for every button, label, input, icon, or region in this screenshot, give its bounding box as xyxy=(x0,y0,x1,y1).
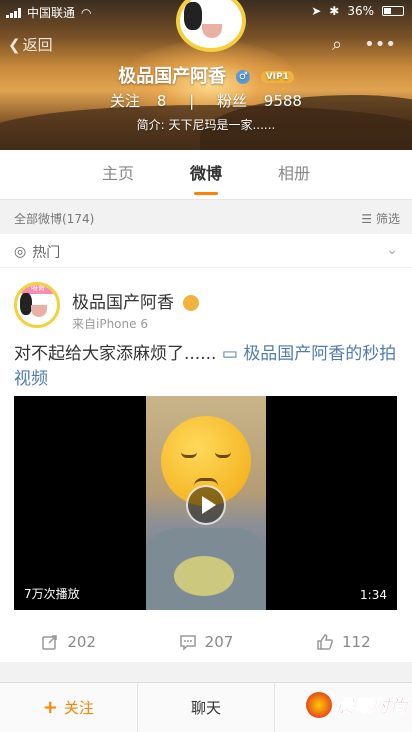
watermark: 晨曦时尚 xyxy=(306,692,408,718)
wifi-icon: ◠ xyxy=(81,5,92,20)
profile-name: 极品国产阿香 xyxy=(118,66,227,87)
post-body: 对不起给大家添麻烦了...... xyxy=(14,344,217,364)
emoji-eye xyxy=(181,452,197,458)
watermark-logo-icon xyxy=(306,692,332,718)
search-icon[interactable]: ⌕ xyxy=(332,34,342,55)
thumbs-up-icon xyxy=(317,634,333,650)
chat-button[interactable]: 聊天 xyxy=(138,683,276,732)
location-icon: ➤ xyxy=(311,4,322,18)
hot-label: 热门 xyxy=(32,245,61,261)
profile-stats: 关注 8 | 粉丝 9588 xyxy=(0,90,412,111)
avatar-eye-patch xyxy=(20,293,32,315)
comment-icon xyxy=(179,635,196,651)
plus-icon: + xyxy=(42,697,58,718)
video-play-count: 7万次播放 xyxy=(24,587,80,601)
chevron-down-icon: ⌄ xyxy=(386,242,398,258)
post-author-name[interactable]: 极品国产阿香 xyxy=(72,293,174,313)
fans-count: 9588 xyxy=(263,92,302,110)
comment-count: 207 xyxy=(204,633,234,651)
signal-icon xyxy=(6,7,21,18)
avatar-eye-patch xyxy=(184,2,202,30)
follow-label: 关注 xyxy=(110,92,141,110)
profile-name-row: 极品国产阿香 ♂ VIP1 xyxy=(0,62,412,88)
weibo-post-card: 呀哥 极品国产阿香 来自iPhone 6 对不起给大家添麻烦了...... ▭ … xyxy=(0,268,412,662)
avatar-mouth xyxy=(202,24,222,38)
watermark-text: 晨曦时尚 xyxy=(336,696,409,718)
bluetooth-icon: ✱ xyxy=(329,4,340,18)
member-badge-icon xyxy=(183,295,200,311)
profile-tabs: 主页 微博 相册 xyxy=(0,150,412,200)
like-button[interactable]: 112 xyxy=(275,624,412,660)
location-pin-icon: ◎ xyxy=(14,244,27,260)
back-button[interactable]: ❮ 返回 xyxy=(8,34,53,55)
post-actions: 202 207 112 xyxy=(0,624,412,660)
battery-percent: 36% xyxy=(347,4,374,18)
weibo-profile-page: 中国联通 ◠ ➤ ✱ 36% ❮ 返回 ⌕ ••• 极品国产阿香 ♂ VIP1 xyxy=(0,0,412,732)
repost-count: 202 xyxy=(67,633,96,651)
fans-label: 粉丝 xyxy=(216,92,247,110)
like-count: 112 xyxy=(342,633,371,651)
post-author-avatar[interactable]: 呀哥 xyxy=(14,282,60,328)
hot-section-header[interactable]: ◎ 热门 ⌄ xyxy=(0,234,412,268)
filter-label: 筛选 xyxy=(375,212,400,226)
filter-icon: ☰ xyxy=(361,211,372,226)
back-label: 返回 xyxy=(22,36,53,54)
video-camera-icon: ▭ xyxy=(221,344,244,364)
more-icon[interactable]: ••• xyxy=(364,34,396,55)
filter-button[interactable]: ☰ 筛选 xyxy=(361,210,400,227)
post-text: 对不起给大家添麻烦了...... ▭ 极品国产阿香的秒拍视频 xyxy=(14,342,404,392)
chevron-left-icon: ❮ xyxy=(8,35,21,54)
repost-icon xyxy=(42,635,58,650)
chat-button-label: 聊天 xyxy=(191,699,222,717)
video-player[interactable]: 7万次播放 1:34 xyxy=(14,396,397,610)
tab-home[interactable]: 主页 xyxy=(74,150,162,199)
avatar-mouth xyxy=(31,305,47,317)
gender-male-icon: ♂ xyxy=(236,70,251,84)
profile-bio: 简介: 天下尼玛是一家...... xyxy=(136,118,276,132)
stats-divider: | xyxy=(189,92,195,110)
post-author-row: 极品国产阿香 xyxy=(72,288,200,313)
profile-banner: 中国联通 ◠ ➤ ✱ 36% ❮ 返回 ⌕ ••• 极品国产阿香 ♂ VIP1 xyxy=(0,0,412,150)
weibo-count: 全部微博(174) xyxy=(14,212,95,226)
follow-stat[interactable]: 关注 8 xyxy=(104,92,172,110)
follow-button-label: 关注 xyxy=(63,699,94,717)
comment-button[interactable]: 207 xyxy=(137,624,274,660)
follow-button[interactable]: + 关注 xyxy=(0,683,138,732)
emoji-eye xyxy=(215,452,231,458)
repost-button[interactable]: 202 xyxy=(0,624,137,660)
play-icon[interactable] xyxy=(186,485,226,525)
fans-stat[interactable]: 粉丝 9588 xyxy=(211,92,308,110)
battery-icon xyxy=(382,6,404,16)
tab-album[interactable]: 相册 xyxy=(250,150,338,199)
tab-weibo[interactable]: 微博 xyxy=(162,150,250,199)
weibo-filter-bar: 全部微博(174) ☰ 筛选 xyxy=(0,203,412,233)
video-duration: 1:34 xyxy=(360,588,387,602)
carrier-label: 中国联通 xyxy=(27,6,76,20)
vip-badge[interactable]: VIP1 xyxy=(260,71,294,83)
video-shirt-print xyxy=(174,556,234,596)
follow-count: 8 xyxy=(156,92,167,110)
top-actions: ⌕ ••• xyxy=(332,34,396,55)
post-source: 来自iPhone 6 xyxy=(72,317,148,331)
